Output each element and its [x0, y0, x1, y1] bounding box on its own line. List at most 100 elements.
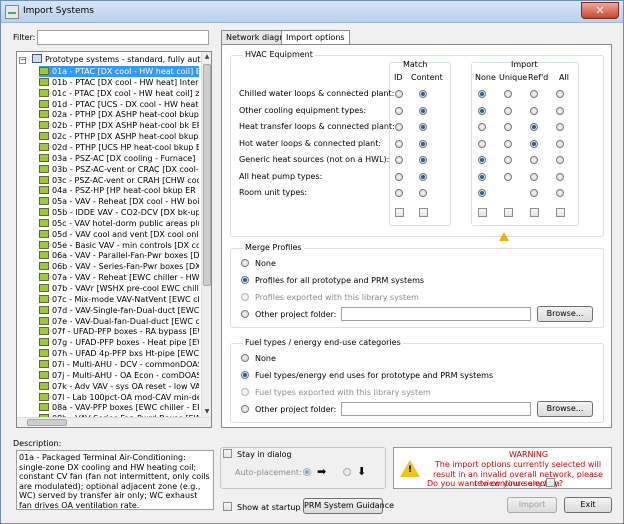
tab-import-options[interactable]: Import options — [281, 30, 350, 45]
scroll-up-icon[interactable]: ▲ — [202, 52, 211, 62]
match-radio[interactable] — [419, 90, 427, 98]
import-radio[interactable] — [530, 172, 538, 181]
import-radio[interactable] — [530, 139, 538, 148]
tree-item[interactable]: 02d - PTHP [UCS HP heat-cool bkup ER hea — [39, 142, 199, 153]
tree-item[interactable]: 07i - Multi-AHU - DCV - commonDOAS [EWC — [39, 359, 199, 370]
tree-item[interactable]: 05b - IDDE VAV - CO2-DCV [DX bk-up cool — [39, 207, 199, 218]
match-radio[interactable] — [395, 90, 403, 98]
filter-input[interactable] — [37, 30, 209, 45]
import-radio[interactable] — [530, 123, 538, 131]
tree-item[interactable]: 08a - VAV-PFP boxes [EWC chiller - ER he… — [39, 402, 199, 413]
tree-item[interactable]: 03b - PSZ-AC-vent or CRAC [DX cool-dehur — [39, 164, 199, 175]
merge-browse-button[interactable]: Browse... — [537, 306, 593, 322]
import-radio[interactable] — [504, 106, 512, 115]
stay-in-dialog-checkbox[interactable] — [223, 449, 232, 458]
column-select-all-checkbox[interactable] — [504, 208, 513, 217]
fuel-browse-button[interactable]: Browse... — [537, 401, 593, 417]
import-radio[interactable] — [556, 139, 564, 148]
tree-item[interactable]: 07e - VAV-Dual-fan-Dual-duct [EWC chlr -… — [39, 316, 199, 327]
collapse-icon[interactable]: − — [19, 57, 26, 64]
match-radio[interactable] — [395, 156, 403, 164]
import-radio[interactable] — [530, 189, 538, 197]
import-radio[interactable] — [504, 139, 512, 148]
tree-item[interactable]: 03a - PSZ-AC [DX cooling - Furnace] — [39, 153, 199, 164]
close-button[interactable]: ✕ — [581, 2, 619, 19]
tree-item[interactable]: 01b - PTAC [DX cool - HW heat] Intermit … — [39, 77, 199, 88]
column-select-all-checkbox[interactable] — [395, 208, 404, 217]
exit-button[interactable]: Exit — [564, 497, 612, 513]
match-radio[interactable] — [419, 106, 427, 115]
import-radio[interactable] — [530, 156, 538, 164]
import-radio[interactable] — [478, 123, 486, 131]
column-select-all-checkbox[interactable] — [556, 208, 565, 217]
import-radio[interactable] — [478, 172, 486, 181]
tree-item[interactable]: 07h - UFAD 4p-PFP bxs Ht-pipe [EWC chlr — [39, 348, 199, 359]
import-button[interactable]: Import — [507, 497, 557, 513]
merge-none-radio[interactable] — [241, 259, 249, 267]
fuel-exported-radio[interactable] — [241, 388, 249, 396]
import-radio[interactable] — [556, 123, 564, 131]
tree-item[interactable]: 05e - Basic VAV - min controls [DX cool … — [39, 240, 199, 251]
import-radio[interactable] — [504, 90, 512, 98]
import-radio[interactable] — [556, 156, 564, 164]
import-radio[interactable] — [504, 123, 512, 131]
import-radio[interactable] — [530, 90, 538, 98]
fuel-folder-input[interactable] — [341, 402, 531, 416]
fuel-none-radio[interactable] — [241, 354, 249, 362]
import-radio[interactable] — [504, 172, 512, 181]
tree-item[interactable]: 05d - VAV cool and vent [DX cool only - … — [39, 229, 199, 240]
tree-item[interactable]: 07a - VAV - Reheat [EWC chiller - HW boi… — [39, 272, 199, 283]
tree-item[interactable]: 01d - PTAC [UCS - DX cool - HW heat coil… — [39, 99, 199, 110]
tree-horizontal-scrollbar[interactable] — [17, 417, 211, 427]
match-radio[interactable] — [395, 172, 403, 181]
auto-place-right-radio[interactable] — [303, 468, 311, 476]
match-radio[interactable] — [395, 139, 403, 148]
auto-place-down-radio[interactable] — [343, 468, 351, 476]
import-radio[interactable] — [478, 139, 486, 148]
show-at-startup-checkbox[interactable] — [223, 502, 232, 511]
continue-anyway-checkbox[interactable] — [546, 478, 555, 487]
tree-root[interactable]: − Prototype systems - standard, fully aut… — [19, 54, 211, 64]
tree-item[interactable]: 05c - VAV hotel-dorm public areas plus P… — [39, 218, 199, 229]
match-radio[interactable] — [419, 123, 427, 131]
tree-item[interactable]: 01a - PTAC [DX cool - HW heat coil] EA v… — [39, 66, 199, 77]
tree-item[interactable]: 07l - Lab 100pct-OA mod-CAV min-deadban — [39, 392, 199, 403]
tree-item[interactable]: 07d - VAV-Single-fan-Dual-duct [EWC chlr… — [39, 305, 199, 316]
tree-item[interactable]: 06b - VAV - Series-Fan-Pwr boxes [DX coo… — [39, 261, 199, 272]
systems-tree[interactable]: − Prototype systems - standard, fully aut… — [16, 51, 212, 428]
import-radio[interactable] — [478, 90, 486, 98]
import-radio[interactable] — [556, 172, 564, 181]
import-radio[interactable] — [556, 189, 564, 197]
match-radio[interactable] — [419, 139, 427, 148]
match-radio[interactable] — [419, 156, 427, 164]
import-radio[interactable] — [504, 156, 512, 164]
column-select-all-checkbox[interactable] — [478, 208, 487, 217]
match-radio[interactable] — [419, 189, 427, 197]
tree-item[interactable]: 07j - Multi-AHU - OA Econ - comDOAS [EWC — [39, 370, 199, 381]
tree-item[interactable]: 01c - PTAC [DX cool - HW heat coil] zero… — [39, 88, 199, 99]
import-radio[interactable] — [556, 106, 564, 115]
merge-exported-radio[interactable] — [241, 293, 249, 301]
h-scroll-thumb[interactable] — [27, 419, 67, 426]
column-select-all-checkbox[interactable] — [530, 208, 539, 217]
tree-item[interactable]: 07b - VAVr [WSHX pre-cool EWC chiller FC… — [39, 283, 199, 294]
tree-item[interactable]: 04a - PSZ-HP [HP heat-cool bkup ER heat] — [39, 185, 199, 196]
merge-folder-input[interactable] — [341, 307, 531, 321]
tree-item[interactable]: 05a - VAV - Reheat [DX cool - HW boiler] — [39, 196, 199, 207]
prm-guidance-button[interactable]: PRM System Guidance — [303, 498, 394, 514]
tree-vertical-scrollbar[interactable]: ▲ ▼ — [201, 52, 211, 427]
import-radio[interactable] — [478, 189, 486, 197]
import-radio[interactable] — [478, 106, 486, 115]
tree-item[interactable]: 06a - VAV - Parallel-Fan-Pwr boxes [DX c… — [39, 250, 199, 261]
match-radio[interactable] — [395, 123, 403, 131]
scroll-down-icon[interactable]: ▼ — [202, 407, 211, 417]
tree-item[interactable]: 07k - Adv VAV - sys OA reset - low VAV m… — [39, 381, 199, 392]
merge-other-folder-radio[interactable] — [241, 310, 249, 318]
tree-item[interactable]: 07f - UFAD-PFP boxes - RA bypass [EWC ch — [39, 326, 199, 337]
tree-item[interactable]: 02b - PTHP [DX ASHP heat-cool bk ER ht] … — [39, 120, 199, 131]
column-select-all-checkbox[interactable] — [419, 208, 428, 217]
tree-item[interactable]: 02c - PTHP [DX ASHP heat-cool bkup ER he — [39, 131, 199, 142]
tree-item[interactable]: 07g - UFAD-PFP boxes - Heat pipe [EWC ch — [39, 337, 199, 348]
tree-item[interactable]: 07c - Mix-mode VAV-NatVent [EWC chlr - H — [39, 294, 199, 305]
fuel-prototype-radio[interactable] — [241, 371, 249, 379]
